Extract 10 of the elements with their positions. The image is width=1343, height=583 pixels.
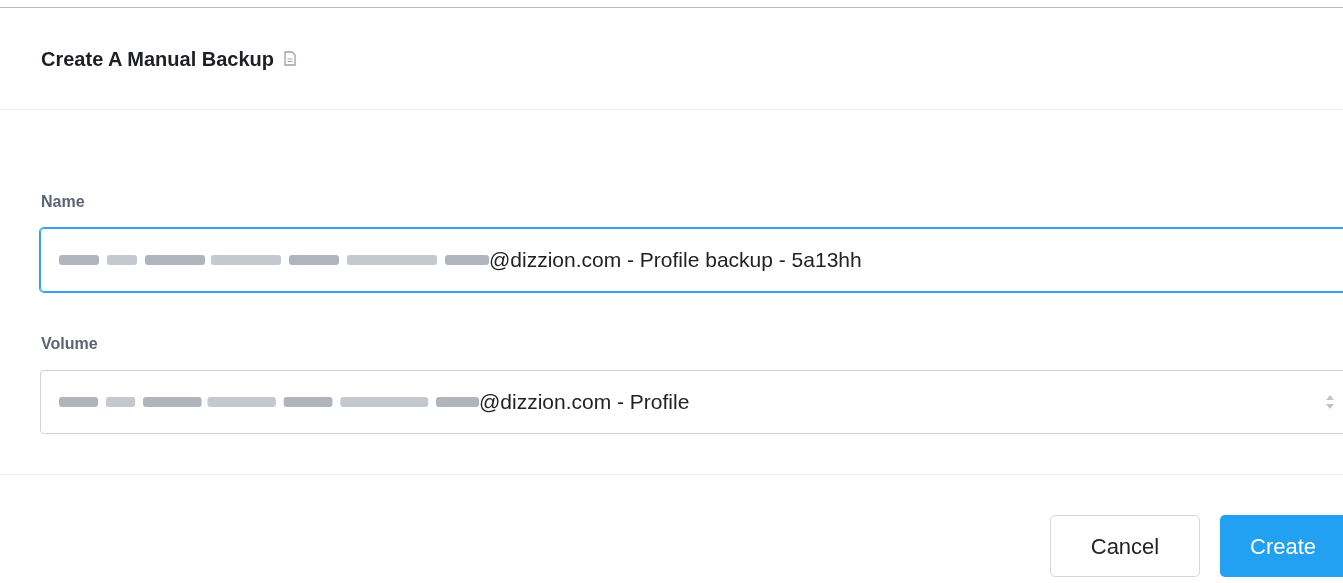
field-label: Volume [41, 334, 99, 354]
dialog-title: Create A Manual Backup [41, 46, 275, 72]
cancel-button[interactable]: Cancel [1050, 515, 1200, 577]
field-value: @dizzion.com - Profile backup - 5a13hh [489, 247, 862, 274]
name-input[interactable]: @dizzion.com - Profile backup - 5a13hh [40, 228, 1343, 292]
field-label: Name [41, 192, 86, 212]
document-icon [284, 51, 297, 66]
volume-select[interactable]: @dizzion.com - Profile [40, 370, 1343, 434]
field-value: @dizzion.com - Profile [479, 389, 690, 416]
sort-arrows-icon [1325, 394, 1335, 410]
